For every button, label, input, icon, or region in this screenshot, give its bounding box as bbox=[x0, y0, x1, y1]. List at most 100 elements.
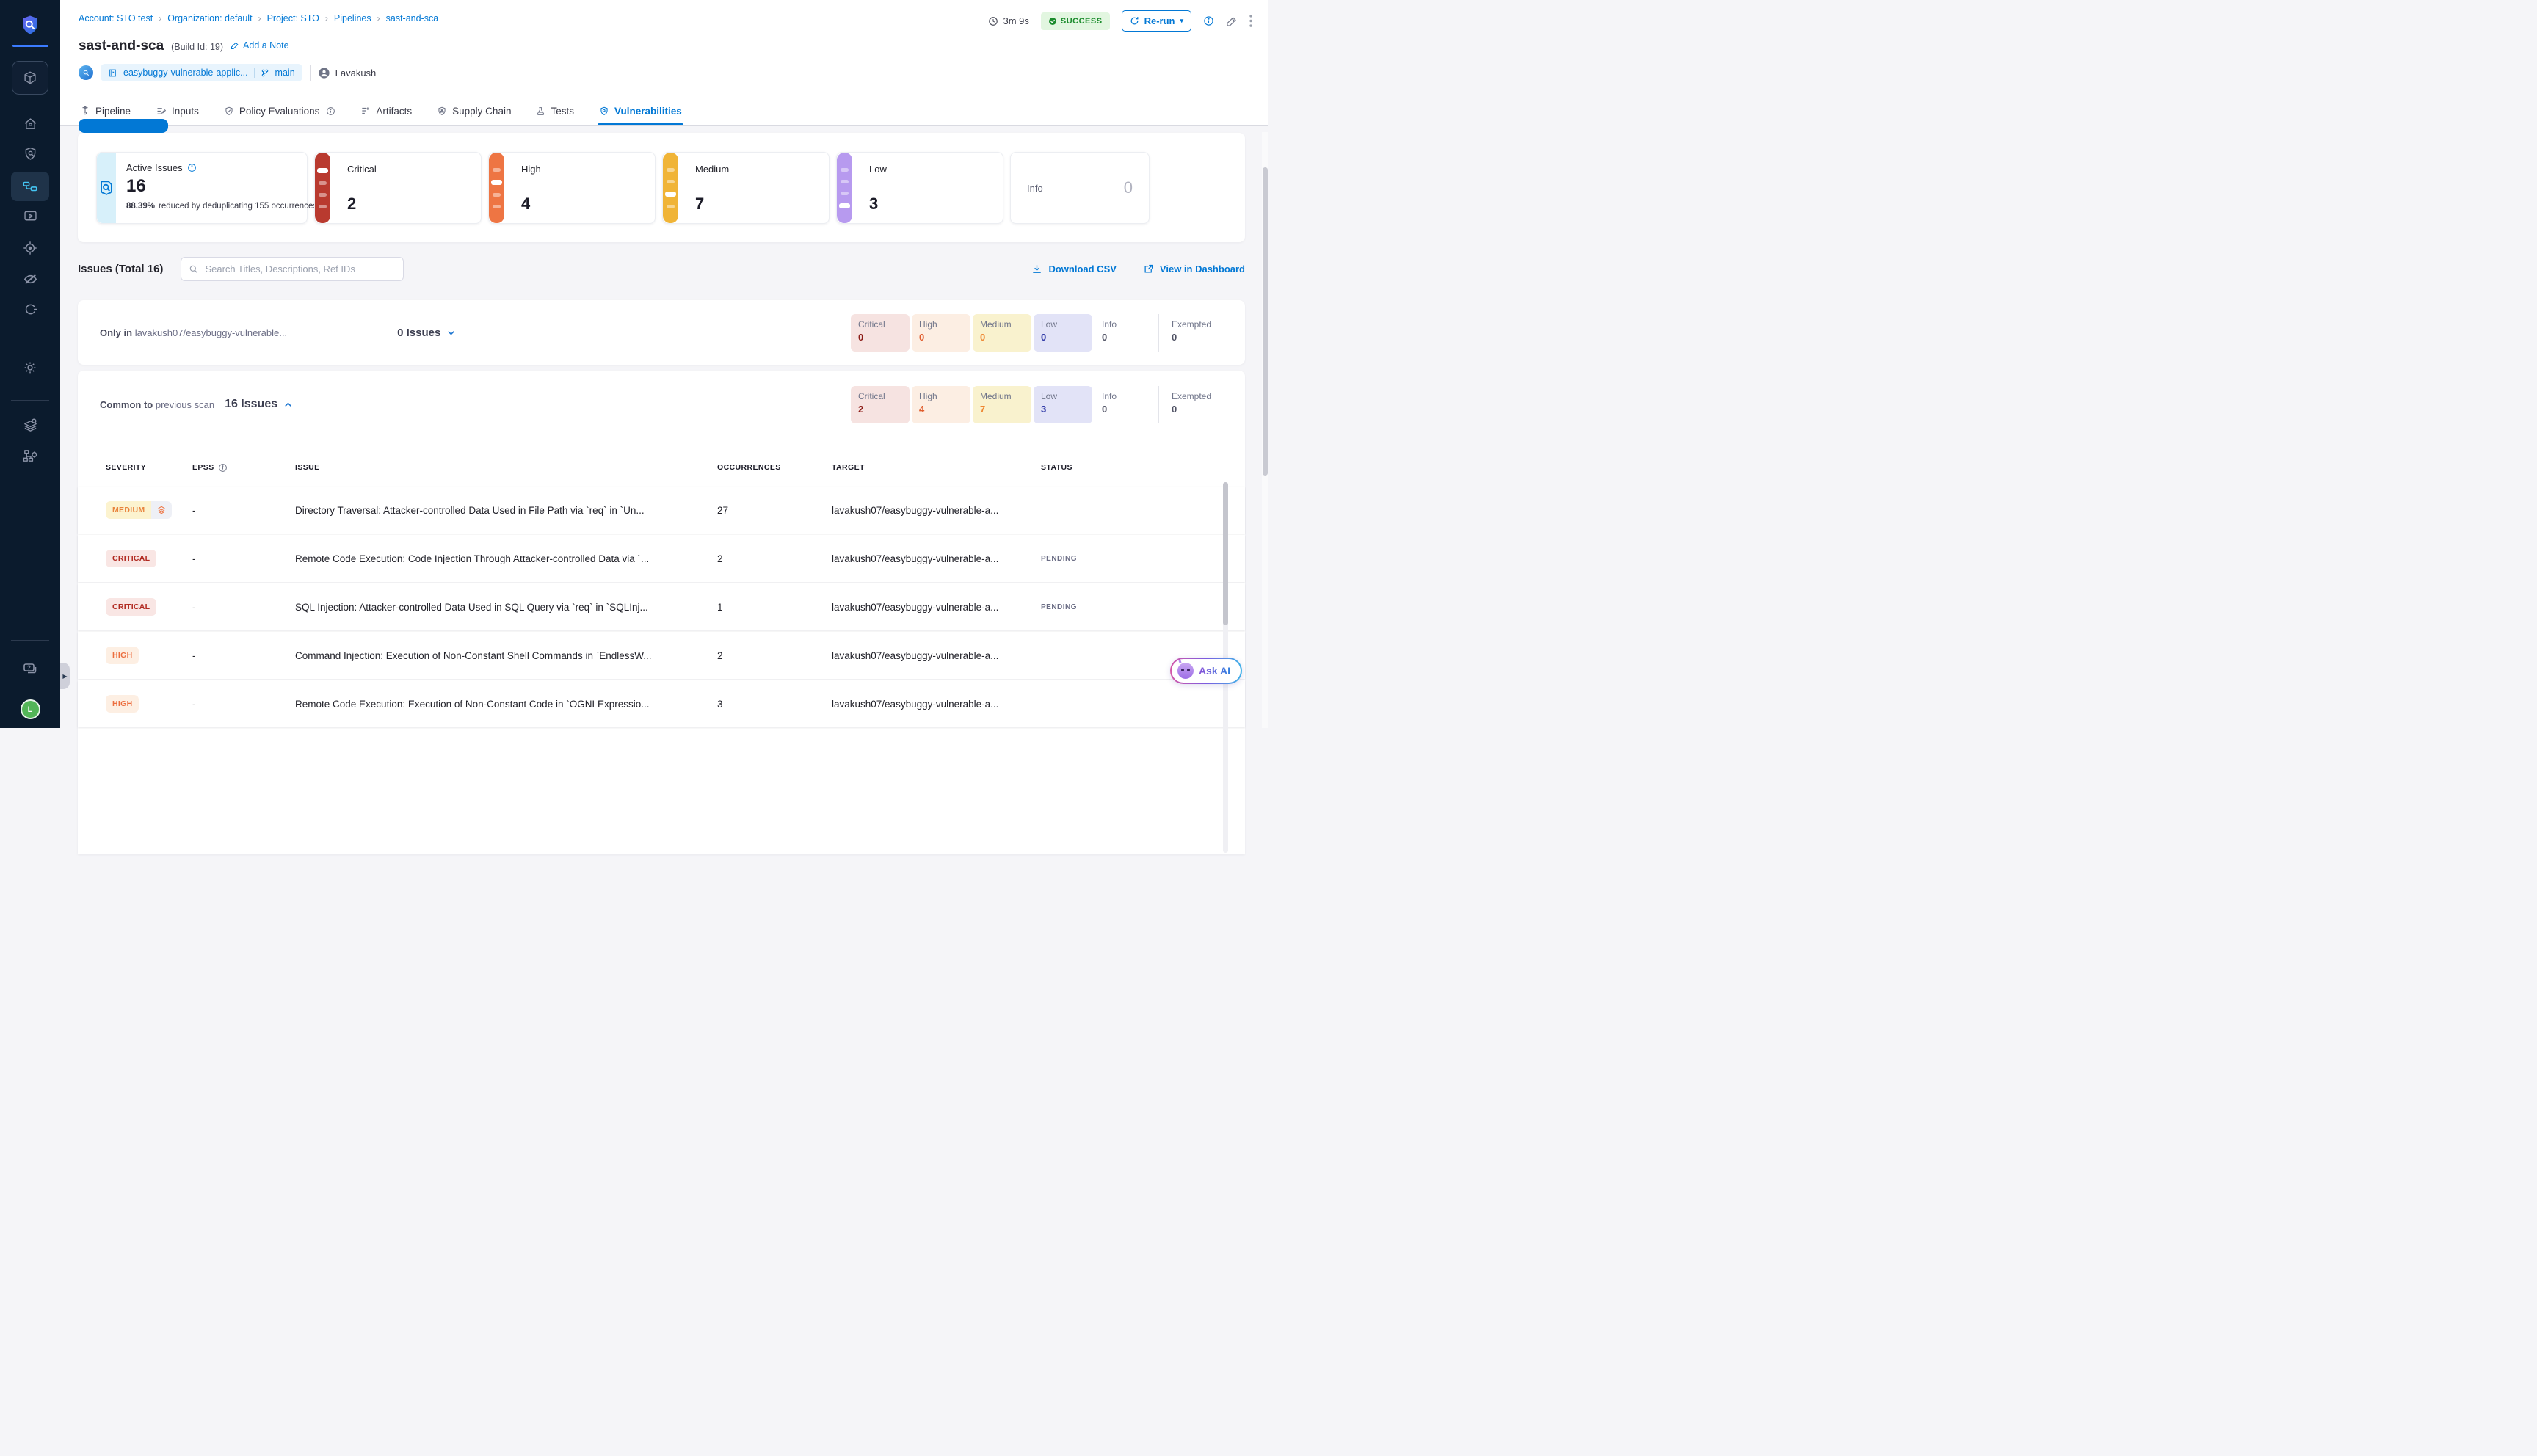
info-summary-card: Info 0 bbox=[1010, 152, 1150, 224]
only-in-severity-chips: Critical0 High0 Medium0 Low0 Info0 Exemp… bbox=[851, 314, 1223, 352]
sidebar-item-executions[interactable] bbox=[0, 208, 60, 224]
issue-title[interactable]: Remote Code Execution: Code Injection Th… bbox=[286, 553, 708, 564]
table-row[interactable]: MEDIUM - Directory Traversal: Attacker-c… bbox=[78, 487, 1245, 534]
medium-value: 7 bbox=[695, 194, 704, 214]
high-label: High bbox=[521, 164, 541, 175]
table-scrollbar-thumb[interactable] bbox=[1223, 482, 1228, 625]
active-issues-info-icon[interactable] bbox=[187, 163, 197, 172]
sidebar-item-exemptions[interactable] bbox=[0, 271, 60, 288]
active-issues-card: Active Issues 16 88.39% reduced by dedup… bbox=[96, 152, 308, 224]
occurrences-value: 2 bbox=[708, 650, 823, 661]
severity-badge-critical: CRITICAL bbox=[106, 550, 156, 567]
breadcrumb-separator: › bbox=[258, 13, 261, 23]
more-options-kebab-icon[interactable] bbox=[1249, 15, 1252, 27]
high-summary-card: High 4 bbox=[488, 152, 656, 224]
chip-high: High0 bbox=[912, 314, 970, 352]
info-value: 0 bbox=[1124, 178, 1133, 197]
rerun-button[interactable]: Re-run ▾ bbox=[1122, 10, 1191, 32]
sidebar-divider bbox=[0, 400, 60, 401]
issues-search[interactable] bbox=[181, 257, 404, 281]
divider bbox=[1158, 386, 1159, 423]
user-avatar[interactable]: L bbox=[0, 699, 60, 719]
issue-title[interactable]: SQL Injection: Attacker-controlled Data … bbox=[286, 602, 708, 613]
chip-exempted: Exempted0 bbox=[1164, 314, 1223, 352]
tab-artifacts[interactable]: Artifacts bbox=[359, 96, 413, 125]
tab-supply-chain[interactable]: Supply Chain bbox=[435, 96, 512, 125]
sidebar-item-overview[interactable] bbox=[0, 146, 60, 161]
table-row[interactable]: CRITICAL - SQL Injection: Attacker-contr… bbox=[78, 583, 1245, 630]
sidebar-item-pipelines-active[interactable] bbox=[0, 172, 60, 201]
occurrences-value: 27 bbox=[708, 505, 823, 516]
low-label: Low bbox=[869, 164, 887, 175]
active-issues-shield-search-icon bbox=[97, 153, 116, 223]
only-in-count-toggle[interactable]: 0 Issues bbox=[397, 327, 456, 339]
module-selector-button[interactable] bbox=[0, 61, 60, 95]
add-note-link[interactable]: Add a Note bbox=[231, 40, 289, 51]
breadcrumb-account[interactable]: Account: STO test bbox=[79, 13, 153, 23]
sidebar-expand-handle[interactable]: ▶ bbox=[60, 663, 70, 689]
breadcrumb-pipeline-name[interactable]: sast-and-sca bbox=[386, 13, 439, 23]
branch-name[interactable]: main bbox=[275, 68, 295, 78]
ask-ai-button[interactable]: Ask AI bbox=[1170, 658, 1242, 684]
issue-title[interactable]: Command Injection: Execution of Non-Cons… bbox=[286, 650, 708, 661]
page-scrollbar-thumb[interactable] bbox=[1263, 167, 1268, 476]
edit-pipeline-icon[interactable] bbox=[1226, 15, 1238, 27]
chip-info: Info0 bbox=[1095, 314, 1153, 352]
harness-sto-logo-icon[interactable] bbox=[0, 13, 60, 37]
sidebar-item-home[interactable] bbox=[0, 117, 60, 132]
breadcrumb-separator: › bbox=[325, 13, 328, 23]
search-icon bbox=[189, 264, 199, 274]
breadcrumb-organization[interactable]: Organization: default bbox=[167, 13, 252, 23]
chip-low: Low3 bbox=[1034, 386, 1092, 423]
inputs-tab-icon bbox=[156, 106, 167, 117]
git-branch-icon bbox=[261, 68, 269, 78]
repo-name[interactable]: easybuggy-vulnerable-applic... bbox=[123, 68, 248, 78]
help-chat-icon[interactable]: ? bbox=[0, 660, 60, 678]
top-bar: Account: STO test › Organization: defaul… bbox=[60, 0, 1268, 126]
tab-policy-evaluations[interactable]: Policy Evaluations bbox=[222, 96, 338, 125]
dedup-text: reduced by deduplicating 155 occurrences bbox=[159, 202, 317, 211]
breadcrumb-project[interactable]: Project: STO bbox=[267, 13, 319, 23]
repo-branch-chip[interactable]: easybuggy-vulnerable-applic... main bbox=[101, 64, 302, 81]
download-csv-link[interactable]: Download CSV bbox=[1031, 263, 1116, 274]
artifacts-tab-icon bbox=[360, 106, 371, 116]
table-row[interactable]: HIGH - Remote Code Execution: Execution … bbox=[78, 680, 1245, 727]
sidebar-item-settings[interactable] bbox=[0, 360, 60, 376]
occurrences-value: 1 bbox=[708, 602, 823, 613]
common-to-count-toggle[interactable]: 16 Issues bbox=[225, 398, 293, 411]
triggered-by-user: Lavakush bbox=[318, 67, 377, 79]
clipped-scrolled-button[interactable] bbox=[79, 119, 168, 133]
common-to-scope: previous scan bbox=[156, 399, 214, 410]
severity-badge-medium: MEDIUM bbox=[106, 501, 172, 519]
only-in-header-row[interactable]: Only in lavakush07/easybuggy-vulnerable.… bbox=[78, 300, 1245, 365]
sidebar-item-token[interactable] bbox=[0, 302, 60, 317]
table-row[interactable]: CRITICAL - Remote Code Execution: Code I… bbox=[78, 535, 1245, 582]
dedup-layers-icon[interactable] bbox=[151, 501, 172, 519]
epss-info-icon[interactable] bbox=[218, 463, 228, 473]
issue-title[interactable]: Directory Traversal: Attacker-controlled… bbox=[286, 505, 708, 516]
col-epss: EPSS bbox=[184, 463, 286, 473]
issues-total-title: Issues (Total 16) bbox=[78, 263, 163, 275]
col-target: TARGET bbox=[823, 463, 1032, 472]
table-row[interactable]: HIGH - Command Injection: Execution of N… bbox=[78, 632, 1245, 679]
policy-info-icon[interactable] bbox=[326, 106, 335, 116]
view-in-dashboard-link[interactable]: View in Dashboard bbox=[1143, 263, 1245, 274]
breadcrumb-pipelines[interactable]: Pipelines bbox=[334, 13, 371, 23]
target-value: lavakush07/easybuggy-vulnerable-a... bbox=[823, 602, 1032, 613]
sidebar-item-targets[interactable] bbox=[0, 240, 60, 256]
tab-tests[interactable]: Tests bbox=[534, 96, 576, 125]
sidebar-item-account-resources[interactable] bbox=[0, 417, 60, 434]
page-scrollbar[interactable] bbox=[1262, 132, 1268, 728]
clock-icon bbox=[988, 16, 998, 26]
target-value: lavakush07/easybuggy-vulnerable-a... bbox=[823, 699, 1032, 710]
issues-search-input[interactable] bbox=[205, 263, 396, 274]
critical-value: 2 bbox=[347, 194, 356, 214]
tab-vulnerabilities[interactable]: Vulnerabilities bbox=[598, 96, 683, 125]
common-to-header-row[interactable]: Common to previous scan 16 Issues Critic… bbox=[78, 371, 1245, 438]
run-duration: 3m 9s bbox=[988, 15, 1028, 26]
col-status: STATUS bbox=[1032, 463, 1245, 472]
sidebar-item-org-settings[interactable] bbox=[0, 448, 60, 465]
info-icon[interactable] bbox=[1203, 15, 1214, 26]
rerun-dropdown-caret[interactable]: ▾ bbox=[1180, 17, 1183, 25]
issue-title[interactable]: Remote Code Execution: Execution of Non-… bbox=[286, 699, 708, 710]
